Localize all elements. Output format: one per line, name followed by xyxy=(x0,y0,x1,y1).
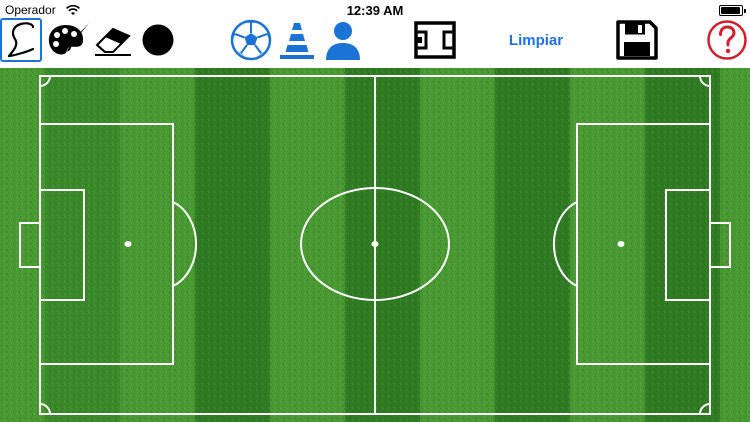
question-circle-icon xyxy=(707,20,747,60)
person-icon xyxy=(326,22,360,60)
floppy-disk-icon xyxy=(616,20,658,60)
add-ball-tool[interactable] xyxy=(228,18,274,62)
freehand-line-icon xyxy=(7,22,35,58)
soccer-ball-icon xyxy=(230,19,272,61)
traffic-cone-icon xyxy=(280,23,314,59)
clear-button[interactable]: Limpiar xyxy=(500,18,572,62)
palette-tool[interactable] xyxy=(45,18,91,62)
paint-palette-icon xyxy=(48,23,89,55)
battery-icon xyxy=(719,5,746,16)
freehand-draw-tool[interactable] xyxy=(0,18,42,62)
add-cone-tool[interactable] xyxy=(274,18,320,62)
color-swatch[interactable] xyxy=(138,18,178,62)
toolbar: Limpiar xyxy=(0,18,750,66)
status-bar: Operador 12:39 AM xyxy=(0,0,750,20)
soccer-field[interactable] xyxy=(0,68,750,422)
pitch-layout-icon xyxy=(414,21,456,59)
field-layout-tool[interactable] xyxy=(410,18,460,62)
clock: 12:39 AM xyxy=(346,3,404,18)
eraser-tool[interactable] xyxy=(90,18,136,62)
save-tool[interactable] xyxy=(612,18,662,62)
black-circle-icon xyxy=(142,24,174,56)
add-player-tool[interactable] xyxy=(320,18,366,62)
eraser-icon xyxy=(95,27,131,56)
pitch-canvas[interactable] xyxy=(0,68,750,422)
help-tool[interactable] xyxy=(704,18,750,62)
